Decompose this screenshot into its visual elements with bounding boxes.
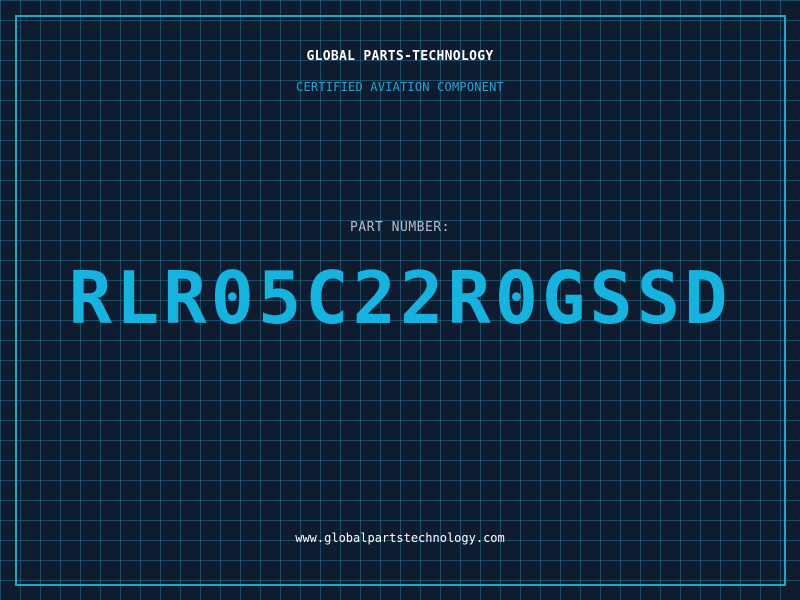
certification-tagline: CERTIFIED AVIATION COMPONENT [296, 80, 504, 94]
website-url: www.globalpartstechnology.com [295, 531, 505, 545]
part-card: GLOBAL PARTS-TECHNOLOGY CERTIFIED AVIATI… [0, 0, 800, 600]
part-number-label: PART NUMBER: [350, 220, 450, 235]
company-name: GLOBAL PARTS-TECHNOLOGY [306, 49, 494, 64]
part-number-value: RLR05C22R0GSSD [68, 256, 732, 340]
